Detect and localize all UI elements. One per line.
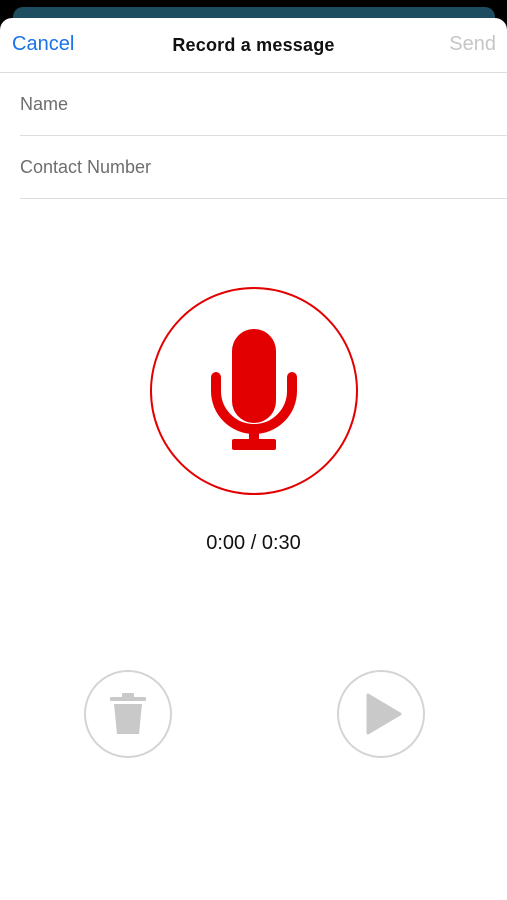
play-recording-button[interactable]	[337, 670, 425, 758]
navigation-bar: Cancel Record a message Send	[0, 18, 507, 73]
name-input[interactable]	[20, 73, 490, 135]
name-field-row	[20, 73, 507, 136]
record-message-sheet: Cancel Record a message Send 0:00 / 0:30	[0, 18, 507, 900]
delete-recording-button[interactable]	[84, 670, 172, 758]
record-button[interactable]	[150, 287, 358, 495]
page-title: Record a message	[172, 35, 335, 55]
play-icon	[366, 693, 402, 735]
contact-field-row	[20, 136, 507, 199]
trash-icon	[110, 693, 146, 734]
microphone-icon	[211, 329, 297, 450]
screen: Cancel Record a message Send 0:00 / 0:30	[0, 0, 507, 900]
recording-timer: 0:00 / 0:30	[206, 532, 301, 554]
send-button[interactable]: Send	[449, 33, 496, 56]
contact-number-input[interactable]	[20, 136, 490, 198]
